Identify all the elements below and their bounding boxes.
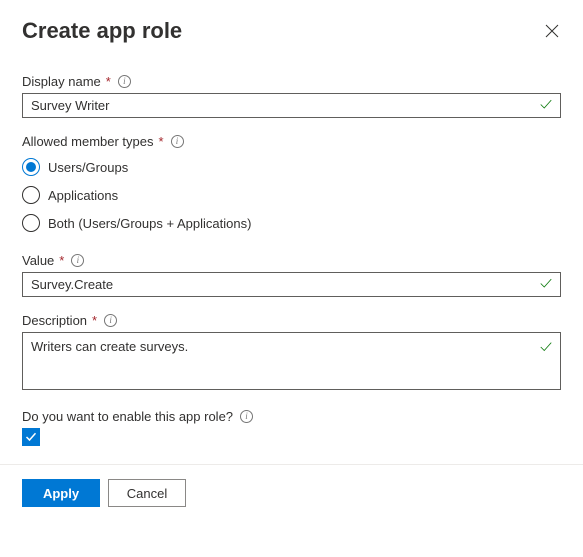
member-types-radio-group: Users/Groups Applications Both (Users/Gr… (22, 153, 561, 237)
close-button[interactable] (543, 22, 561, 40)
info-icon[interactable]: i (240, 410, 253, 423)
enable-label-text: Do you want to enable this app role? (22, 409, 233, 424)
value-input[interactable] (22, 272, 561, 297)
cancel-button[interactable]: Cancel (108, 479, 186, 507)
radio-both[interactable]: Both (Users/Groups + Applications) (22, 209, 561, 237)
description-field: Description * i (22, 313, 561, 393)
description-input[interactable] (22, 332, 561, 390)
info-icon[interactable]: i (171, 135, 184, 148)
checkmark-icon (25, 431, 37, 443)
info-icon[interactable]: i (104, 314, 117, 327)
enable-checkbox[interactable] (22, 428, 40, 446)
value-field: Value * i (22, 253, 561, 297)
close-icon (545, 24, 559, 38)
value-label: Value * i (22, 253, 561, 268)
panel-footer: Apply Cancel (0, 464, 583, 521)
description-label: Description * i (22, 313, 561, 328)
required-indicator: * (92, 313, 97, 328)
description-label-text: Description (22, 313, 87, 328)
radio-icon (22, 214, 40, 232)
display-name-label: Display name * i (22, 74, 561, 89)
member-types-label-text: Allowed member types (22, 134, 154, 149)
apply-button[interactable]: Apply (22, 479, 100, 507)
required-indicator: * (159, 134, 164, 149)
radio-icon (22, 158, 40, 176)
enable-field: Do you want to enable this app role? i (22, 409, 561, 446)
radio-applications[interactable]: Applications (22, 181, 561, 209)
value-input-wrap (22, 272, 561, 297)
member-types-label: Allowed member types * i (22, 134, 561, 149)
display-name-input[interactable] (22, 93, 561, 118)
enable-label: Do you want to enable this app role? i (22, 409, 561, 424)
radio-label: Applications (48, 188, 118, 203)
radio-label: Users/Groups (48, 160, 128, 175)
radio-icon (22, 186, 40, 204)
radio-users-groups[interactable]: Users/Groups (22, 153, 561, 181)
panel-title: Create app role (22, 18, 182, 44)
required-indicator: * (59, 253, 64, 268)
description-input-wrap (22, 332, 561, 393)
member-types-field: Allowed member types * i Users/Groups Ap… (22, 134, 561, 237)
radio-label: Both (Users/Groups + Applications) (48, 216, 251, 231)
create-app-role-panel: Create app role Display name * i Allowed… (0, 0, 583, 446)
panel-header: Create app role (22, 18, 561, 44)
display-name-input-wrap (22, 93, 561, 118)
display-name-label-text: Display name (22, 74, 101, 89)
info-icon[interactable]: i (118, 75, 131, 88)
display-name-field: Display name * i (22, 74, 561, 118)
value-label-text: Value (22, 253, 54, 268)
info-icon[interactable]: i (71, 254, 84, 267)
required-indicator: * (106, 74, 111, 89)
